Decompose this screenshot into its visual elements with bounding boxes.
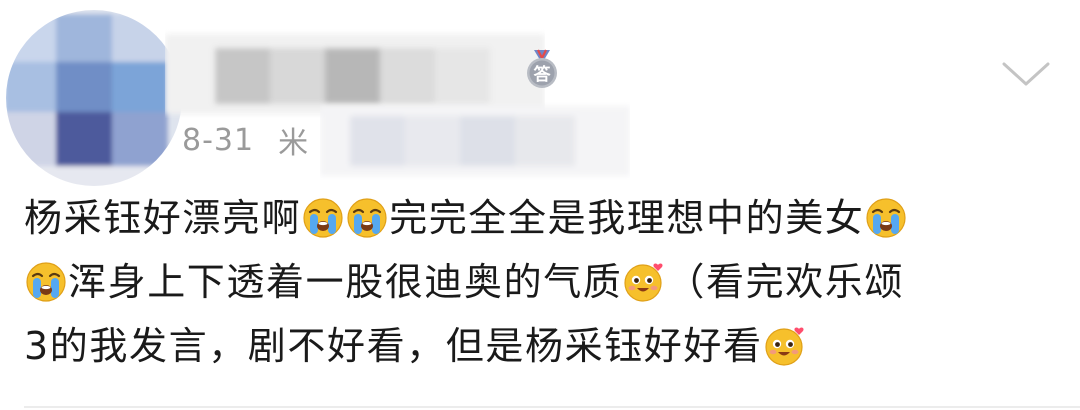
comment-line-3: 3的我发言，剧不好看，但是杨采钰好好看: [24, 314, 1064, 378]
badge-char: 答: [534, 64, 552, 85]
comment-source-partial: 米: [278, 126, 310, 161]
loudly-crying-face-icon: [302, 197, 344, 239]
comment-line-2: 浑身上下透着一股很迪奥的气质 （看完欢乐颂: [24, 250, 1064, 314]
loudly-crying-face-icon: [25, 261, 67, 303]
comment-line-1: 杨采钰好漂亮啊 完完全全是我理想中的美女: [24, 186, 1064, 250]
heart-eyes-face-icon: [623, 261, 665, 303]
comment-text: 杨采钰好漂亮啊 完完全全是我理想中的美女 浑身上下透着一股很迪奥的气质 （看完欢…: [24, 186, 1064, 378]
comment-text-segment: （看完欢乐颂: [666, 260, 905, 304]
comment-text-segment: 浑身上下透着一股很迪奥的气质: [68, 260, 623, 304]
comment-date: 8-31: [182, 122, 255, 158]
loudly-crying-face-icon: [346, 197, 388, 239]
divider: [24, 406, 1080, 408]
source-redacted: [320, 100, 630, 180]
loudly-crying-face-icon: [865, 197, 907, 239]
heart-eyes-face-icon: [764, 325, 806, 367]
medal-badge-icon: 答: [522, 48, 562, 90]
chevron-down-icon[interactable]: [1000, 58, 1052, 88]
comment-meta: 8-31 米: [182, 118, 309, 162]
comment-text-segment: 杨采钰好漂亮啊: [24, 196, 302, 240]
comment-text-segment: 完完全全是我理想中的美女: [389, 196, 865, 240]
comment-text-segment: 3的我发言，剧不好看，但是杨采钰好好看: [24, 324, 763, 368]
